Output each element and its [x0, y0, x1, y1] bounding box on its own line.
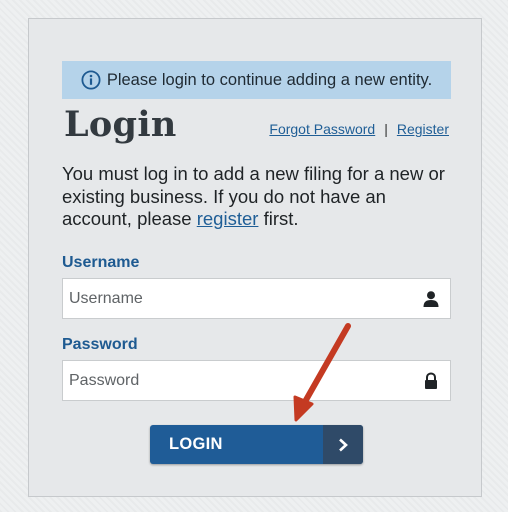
link-separator: | [384, 121, 388, 137]
intro-text: You must log in to add a new filing for … [62, 163, 457, 231]
alert-text: Please login to continue adding a new en… [106, 70, 433, 89]
chevron-right-icon [323, 425, 363, 464]
intro-text-end: first. [258, 208, 299, 229]
intro-register-link[interactable]: register [197, 208, 259, 229]
login-panel: Please login to continue adding a new en… [28, 18, 482, 497]
login-button-label: LOGIN [169, 435, 223, 453]
account-links: Forgot Password | Register [269, 121, 449, 137]
login-button[interactable]: LOGIN [150, 425, 363, 464]
username-label: Username [62, 254, 140, 271]
username-field[interactable] [62, 278, 451, 319]
lock-icon [422, 371, 440, 390]
page-title: Login [64, 104, 177, 145]
password-input[interactable] [63, 361, 422, 400]
info-circle-icon [81, 70, 101, 90]
username-input[interactable] [63, 279, 422, 318]
forgot-password-link[interactable]: Forgot Password [269, 121, 375, 137]
register-link[interactable]: Register [397, 121, 449, 137]
info-alert: Please login to continue adding a new en… [62, 61, 451, 99]
password-label: Password [62, 336, 138, 353]
user-icon [422, 290, 440, 308]
password-field[interactable] [62, 360, 451, 401]
